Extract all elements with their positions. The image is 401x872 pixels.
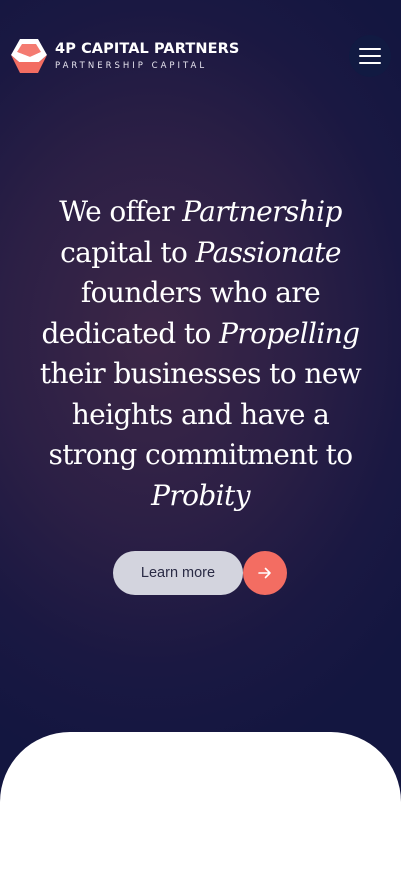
brand-name: 4P CAPITAL PARTNERS: [55, 40, 240, 57]
arrow-button[interactable]: [243, 551, 287, 595]
hero-line: dedicated to Propelling: [41, 316, 360, 350]
menu-button[interactable]: [349, 35, 391, 77]
learn-more-button[interactable]: Learn more: [113, 551, 243, 595]
hero-line: capital to Passionate: [60, 235, 341, 269]
hamburger-menu-icon: [359, 48, 381, 64]
hero-section: We offer Partnership capital to Passiona…: [0, 192, 401, 516]
hero-line: heights and have a: [71, 397, 330, 431]
hero-line: their businesses to new: [39, 357, 362, 390]
arrow-right-icon: [258, 567, 271, 579]
next-section-panel: [0, 732, 401, 872]
brand-tagline: PARTNERSHIP CAPITAL: [55, 60, 208, 71]
hero-line: We offer Partnership: [59, 195, 342, 228]
hero-line: founders who are: [80, 276, 321, 309]
hero-line: strong commitment to: [48, 438, 354, 471]
brand-logo[interactable]: 4P CAPITAL PARTNERS PARTNERSHIP CAPITAL: [10, 38, 239, 74]
site-header: 4P CAPITAL PARTNERS PARTNERSHIP CAPITAL: [0, 0, 401, 110]
cta-group: Learn more: [113, 551, 287, 595]
hero-headline: We offer Partnership capital to Passiona…: [0, 192, 401, 516]
hero-line: Probity: [151, 478, 250, 512]
hexagon-logo-icon: [11, 39, 47, 73]
